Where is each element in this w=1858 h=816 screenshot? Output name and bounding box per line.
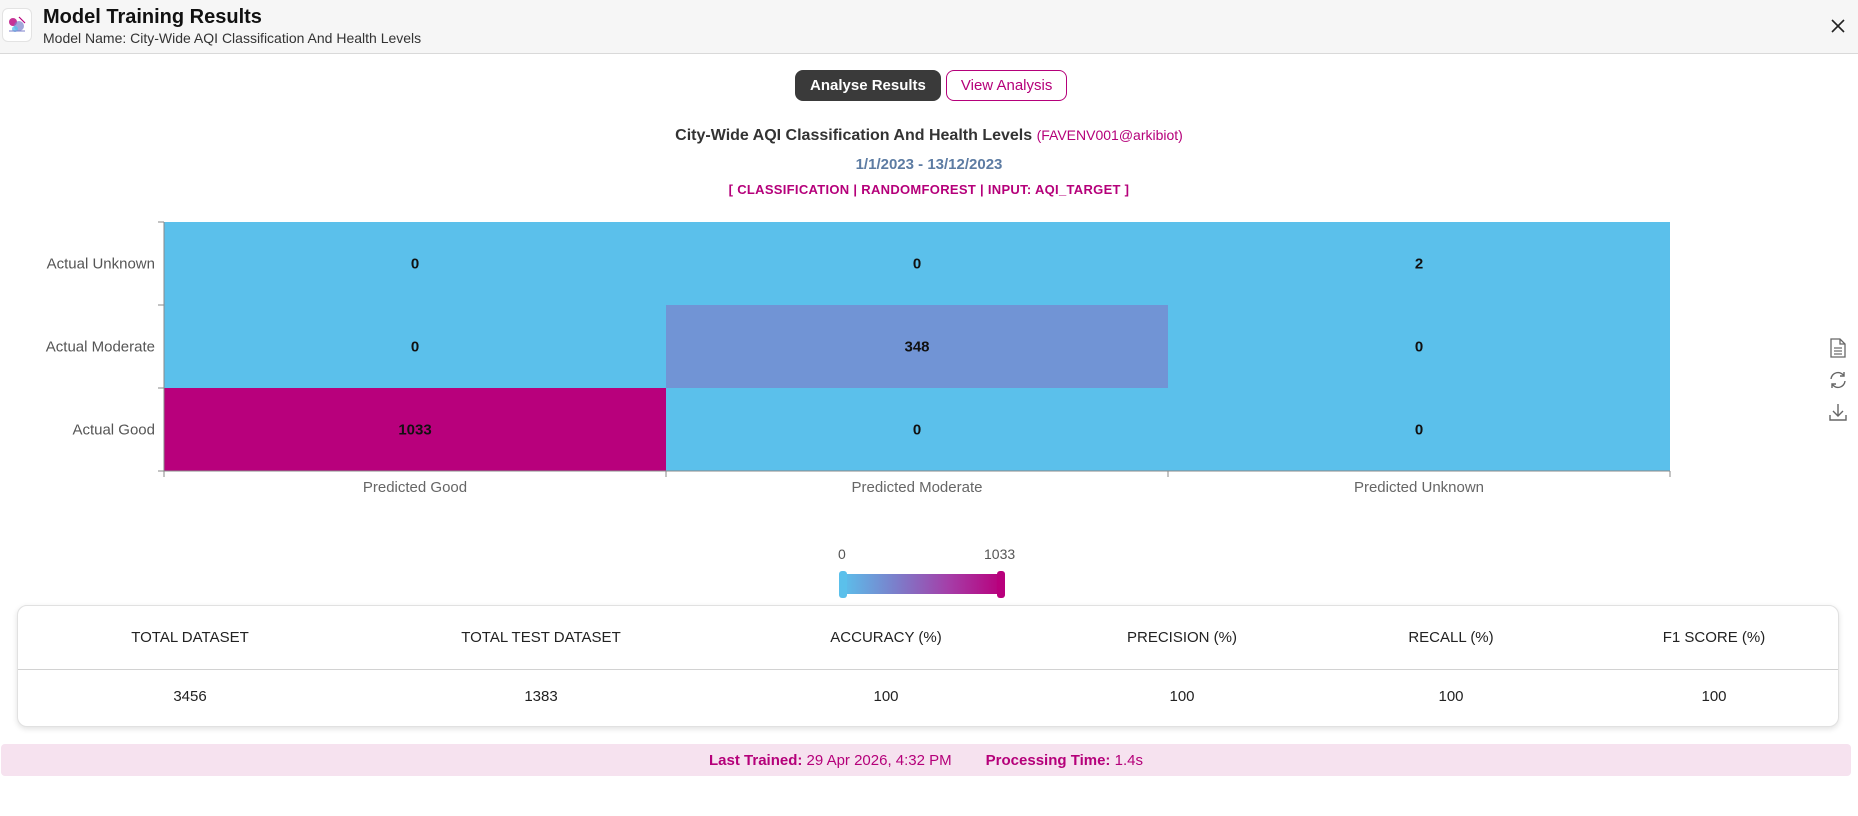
metric-value-total-dataset: 3456 [173, 688, 207, 705]
dialog-title: Model Training Results [43, 6, 262, 28]
color-scale-max-handle[interactable] [997, 571, 1005, 598]
metrics-card: TOTAL DATASET TOTAL TEST DATASET ACCURAC… [17, 605, 1839, 727]
heatmap-cell-value: 1033 [398, 422, 431, 439]
chart-title-text: City-Wide AQI Classification And Health … [675, 127, 1033, 144]
date-range: 1/1/2023 - 13/12/2023 [855, 156, 1003, 173]
result-tabs: Analyse Results View Analysis [795, 70, 1068, 101]
last-trained-label: Last Trained: [709, 751, 803, 769]
heatmap-cell-value: 348 [904, 339, 929, 356]
tab-analyse-results[interactable]: Analyse Results [795, 70, 941, 101]
x-axis-label: Predicted Unknown [1354, 479, 1484, 495]
chart-title: City-Wide AQI Classification And Health … [0, 127, 1858, 145]
metric-value-precision: 100 [1169, 688, 1195, 705]
heatmap-cell-value: 0 [913, 256, 921, 273]
chart-owner: (FAVENV001@arkibiot) [1036, 127, 1183, 143]
metric-header-accuracy: ACCURACY (%) [830, 629, 942, 646]
color-scale-bar [842, 574, 1002, 594]
document-icon[interactable] [1826, 336, 1850, 360]
metric-header-total-dataset: TOTAL DATASET [131, 629, 249, 646]
tab-view-analysis[interactable]: View Analysis [945, 70, 1068, 101]
metric-header-total-test-dataset: TOTAL TEST DATASET [461, 629, 621, 646]
y-axis-label: Actual Good [72, 422, 155, 439]
app-logo-icon [2, 8, 32, 42]
heatmap-cell-value: 0 [913, 422, 921, 439]
heatmap-cell-value: 2 [1415, 256, 1423, 273]
training-info-footer: Last Trained: 29 Apr 2026, 4:32 PM Proce… [1, 744, 1851, 776]
confusion-matrix-heatmap: 0 0 2 0 348 0 1033 0 0 Actual Unknown Actual Moder… [46, 221, 1671, 495]
heatmap-cell-value: 0 [1415, 422, 1423, 439]
model-meta: [ CLASSIFICATION | RANDOMFOREST | INPUT:… [728, 182, 1130, 197]
metric-value-total-test-dataset: 1383 [524, 688, 558, 705]
metric-value-f1-score: 100 [1701, 688, 1727, 705]
color-scale-max: 1033 [984, 546, 1016, 562]
refresh-icon[interactable] [1826, 368, 1850, 392]
heatmap-cell-value: 0 [1415, 339, 1423, 356]
metric-value-accuracy: 100 [873, 688, 899, 705]
close-icon[interactable] [1826, 14, 1850, 38]
processing-time-value: 1.4s [1114, 751, 1143, 769]
metric-value-recall: 100 [1438, 688, 1464, 705]
metrics-divider [18, 669, 1838, 670]
heatmap-cell-value: 0 [411, 339, 419, 356]
x-axis-label: Predicted Good [363, 479, 467, 495]
model-name-subtitle: Model Name: City-Wide AQI Classification… [43, 30, 422, 46]
metric-header-precision: PRECISION (%) [1126, 629, 1237, 646]
download-icon[interactable] [1826, 400, 1850, 424]
color-scale-min-handle[interactable] [839, 571, 847, 598]
metric-header-recall: RECALL (%) [1408, 629, 1494, 646]
processing-time-label: Processing Time: [985, 751, 1111, 769]
heatmap-cell-value: 0 [411, 256, 419, 273]
metric-header-f1-score: F1 SCORE (%) [1662, 629, 1766, 646]
color-scale-min: 0 [838, 546, 846, 562]
last-trained-value: 29 Apr 2026, 4:32 PM [806, 751, 952, 769]
processing-time: Processing Time: 1.4s [986, 752, 1143, 769]
last-trained: Last Trained: 29 Apr 2026, 4:32 PM [709, 752, 952, 769]
y-axis-label: Actual Moderate [46, 339, 155, 356]
y-axis-label: Actual Unknown [47, 256, 155, 273]
dialog-header: Model Training Results Model Name: City-… [0, 0, 1858, 54]
x-axis-label: Predicted Moderate [852, 479, 983, 495]
